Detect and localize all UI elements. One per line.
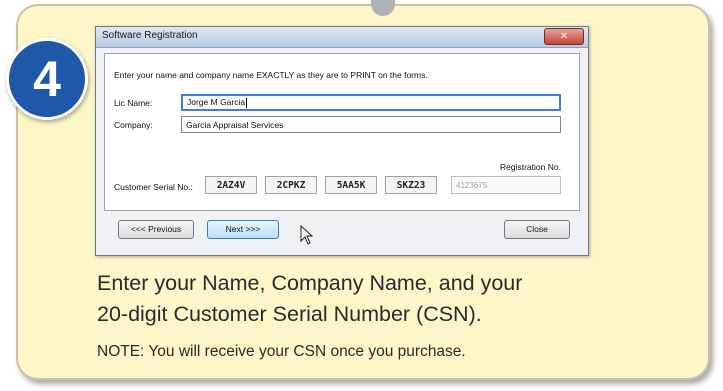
software-registration-dialog: Software Registration ✕ Enter your name … xyxy=(95,26,589,256)
caption-main: Enter your Name, Company Name, and your … xyxy=(97,268,522,330)
dialog-title: Software Registration xyxy=(102,30,198,41)
dialog-titlebar[interactable]: Software Registration ✕ xyxy=(96,27,588,48)
close-button[interactable]: Close xyxy=(504,220,570,239)
step-number-badge: 4 xyxy=(6,38,88,120)
lic-name-input[interactable]: Jorge M Garcia xyxy=(181,94,561,111)
serial-part-2[interactable]: 2CPKZ xyxy=(265,176,317,194)
text-caret xyxy=(246,97,248,108)
company-input[interactable]: Garcia Appraisal Services xyxy=(181,116,561,133)
serial-part-1[interactable]: 2AZ4V xyxy=(205,176,257,194)
lic-name-value: Jorge M Garcia xyxy=(187,97,246,107)
dialog-content-panel: Enter your name and company name EXACTLY… xyxy=(104,53,580,211)
registration-no-input[interactable]: 4123675 xyxy=(451,176,561,194)
lic-name-label: Lic Name: xyxy=(114,98,153,108)
serial-part-3[interactable]: 5AA5K xyxy=(325,176,377,194)
caption-note: NOTE: You will receive your CSN once you… xyxy=(97,343,466,360)
serial-part-4[interactable]: SKZ23 xyxy=(385,176,437,194)
card-top-tab xyxy=(371,0,395,16)
mouse-pointer-icon xyxy=(300,225,314,245)
caption-line-2: 20-digit Customer Serial Number (CSN). xyxy=(97,302,482,326)
company-label: Company: xyxy=(114,120,153,130)
company-value: Garcia Appraisal Services xyxy=(186,120,284,130)
customer-serial-label: Customer Serial No.: xyxy=(114,182,193,192)
next-button[interactable]: Next >>> xyxy=(207,220,279,239)
instruction-text: Enter your name and company name EXACTLY… xyxy=(114,70,428,80)
close-x-icon[interactable]: ✕ xyxy=(544,28,584,45)
registration-no-label: Registration No. xyxy=(500,162,561,172)
caption-line-1: Enter your Name, Company Name, and your xyxy=(97,271,523,295)
previous-button[interactable]: <<< Previous xyxy=(118,220,194,239)
